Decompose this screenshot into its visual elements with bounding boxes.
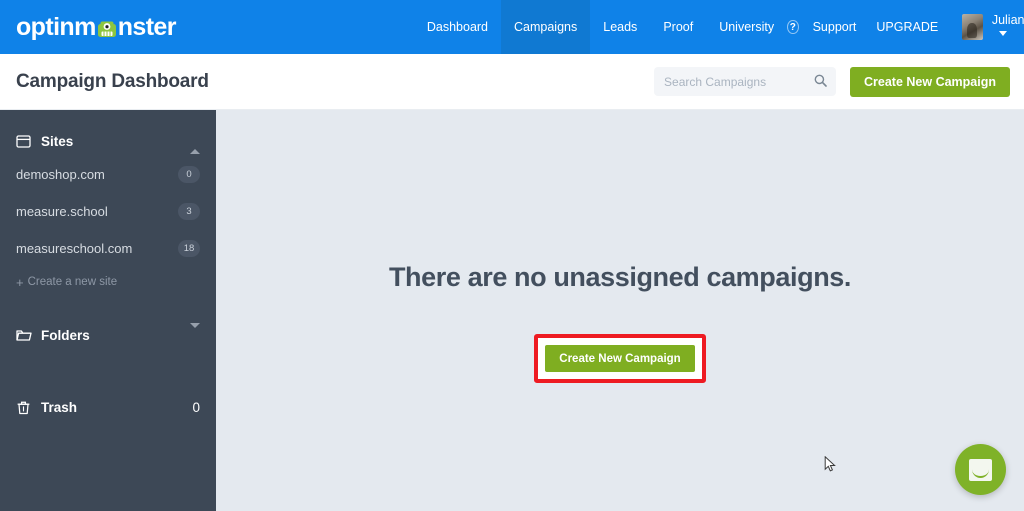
folder-icon xyxy=(16,328,32,343)
page-header-actions: Create New Campaign xyxy=(654,66,1024,97)
window-icon xyxy=(16,134,31,149)
sidebar-section-folders[interactable]: Folders xyxy=(0,320,216,350)
sidebar-item-label: measure.school xyxy=(16,204,108,219)
nav-utilities: ? Support UPGRADE Julian xyxy=(787,0,1024,54)
trash-count-badge: 0 xyxy=(192,399,200,415)
empty-state-title: There are no unassigned campaigns. xyxy=(388,262,852,292)
sidebar-item-label: demoshop.com xyxy=(16,167,105,182)
support-link[interactable]: Support xyxy=(803,20,867,34)
nav-item-university[interactable]: University xyxy=(706,0,787,54)
sidebar-section-sites[interactable]: Sites xyxy=(0,126,216,156)
help-icon[interactable]: ? xyxy=(787,20,799,34)
create-new-site-label: Create a new site xyxy=(27,276,118,288)
upgrade-link[interactable]: UPGRADE xyxy=(866,20,948,34)
sidebar: Sites demoshop.com 0 measure.school 3 me… xyxy=(0,110,216,511)
site-campaign-count-badge: 18 xyxy=(178,240,200,257)
trash-icon xyxy=(16,400,31,415)
sidebar-section-trash-label: Trash xyxy=(41,399,78,415)
avatar[interactable] xyxy=(962,14,983,40)
brand-logo[interactable]: optinm nster xyxy=(0,0,176,54)
create-new-campaign-button[interactable]: Create New Campaign xyxy=(545,345,695,372)
nav-item-proof[interactable]: Proof xyxy=(650,0,706,54)
empty-state-cta-wrap: Create New Campaign xyxy=(216,334,1024,383)
search-input[interactable] xyxy=(654,67,837,96)
sidebar-item-measure-school[interactable]: measure.school 3 xyxy=(0,193,216,230)
monster-mascot-icon xyxy=(96,18,118,40)
annotation-highlight-box: Create New Campaign xyxy=(534,334,706,383)
create-new-campaign-button-header[interactable]: Create New Campaign xyxy=(850,66,1010,97)
page-header: Campaign Dashboard Create New Campaign xyxy=(0,54,1024,110)
sidebar-section-folders-label: Folders xyxy=(41,327,90,343)
search-icon xyxy=(814,74,827,87)
sidebar-section-sites-label: Sites xyxy=(41,133,74,149)
main-content: There are no unassigned campaigns. Creat… xyxy=(216,110,1024,511)
site-campaign-count-badge: 0 xyxy=(178,166,200,183)
logo-text: optinm nster xyxy=(16,13,176,42)
chevron-down-icon[interactable] xyxy=(190,322,200,343)
primary-nav: Dashboard Campaigns Leads Proof Universi… xyxy=(414,0,787,54)
chat-launcher-button[interactable] xyxy=(955,444,1006,495)
page-title: Campaign Dashboard xyxy=(16,70,209,92)
app-root: optinm nster Dashboard Campaigns Leads P… xyxy=(0,0,1024,511)
sidebar-item-demoshop[interactable]: demoshop.com 0 xyxy=(0,156,216,193)
create-new-site-link[interactable]: + Create a new site xyxy=(0,267,216,297)
sidebar-item-measureschool-com[interactable]: measureschool.com 18 xyxy=(0,230,216,267)
nav-item-leads[interactable]: Leads xyxy=(590,0,650,54)
mouse-cursor-icon xyxy=(824,455,838,472)
plus-icon: + xyxy=(16,274,24,290)
search-box[interactable] xyxy=(654,67,837,96)
site-campaign-count-badge: 3 xyxy=(178,203,200,220)
nav-item-campaigns[interactable]: Campaigns xyxy=(501,0,591,54)
logo-text-before: optinm xyxy=(16,12,96,41)
chevron-down-icon xyxy=(998,31,1007,36)
sidebar-section-trash[interactable]: Trash 0 xyxy=(0,392,216,422)
user-name-label: Julian xyxy=(991,13,1024,27)
user-menu[interactable]: Julian xyxy=(992,13,1024,41)
sidebar-item-label: measureschool.com xyxy=(16,241,133,256)
top-navigation-bar: optinm nster Dashboard Campaigns Leads P… xyxy=(0,0,1024,54)
nav-item-dashboard[interactable]: Dashboard xyxy=(414,0,501,54)
logo-text-after: nster xyxy=(117,12,177,41)
chevron-up-icon[interactable] xyxy=(190,133,200,154)
chat-bubble-icon xyxy=(969,458,992,481)
